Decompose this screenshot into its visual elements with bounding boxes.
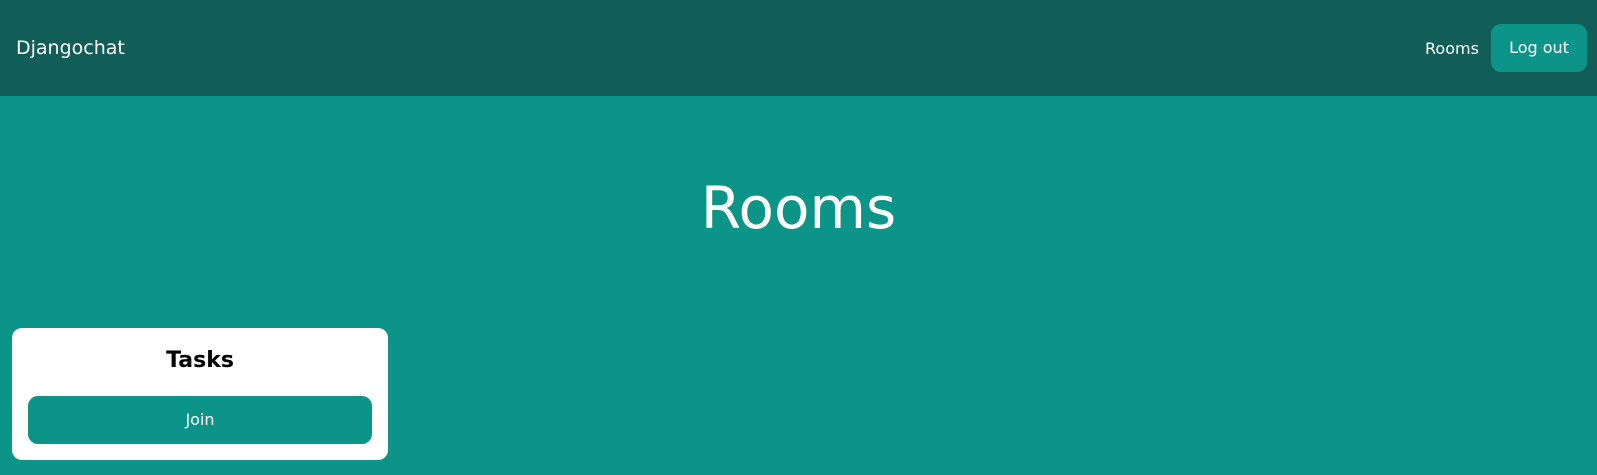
brand-link[interactable]: Djangochat: [16, 36, 125, 60]
room-card-tasks: Tasks Join: [12, 328, 388, 460]
top-navbar: Djangochat Rooms Log out: [0, 0, 1597, 96]
join-room-button[interactable]: Join: [28, 396, 372, 444]
page-title: Rooms: [700, 174, 897, 242]
room-name: Tasks: [166, 348, 234, 373]
nav-link-rooms[interactable]: Rooms: [1425, 39, 1479, 59]
logout-button[interactable]: Log out: [1491, 24, 1587, 72]
